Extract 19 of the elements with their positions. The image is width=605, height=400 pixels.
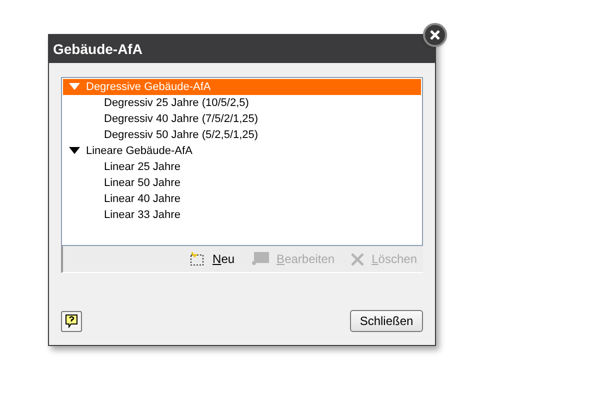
tree-item[interactable]: Degressiv 50 Jahre (5/2,5/1,25) (104, 127, 258, 143)
caret-down-icon[interactable] (69, 147, 80, 155)
tree-item[interactable]: Linear 50 Jahre (104, 175, 180, 191)
help-icon (65, 314, 78, 328)
tree-item[interactable]: Linear 25 Jahre (104, 159, 180, 175)
tree-item[interactable]: Linear 33 Jahre (104, 207, 180, 223)
speech-bubble-icon (250, 252, 269, 266)
close-button[interactable] (423, 23, 447, 47)
new-item-icon (188, 252, 205, 266)
help-button[interactable] (61, 310, 82, 332)
tree-item[interactable]: Degressiv 25 Jahre (10/5/2,5) (104, 95, 249, 111)
tree-group-item[interactable]: Lineare Gebäude-AfA (63, 143, 421, 159)
close-dialog-button[interactable]: Schließen (350, 310, 423, 332)
tree-item[interactable]: Linear 40 Jahre (104, 191, 180, 207)
new-button[interactable]: Neu (188, 250, 235, 268)
close-icon (430, 30, 440, 40)
window-title: Gebäude-AfA (49, 35, 435, 63)
cross-icon (350, 252, 364, 266)
tree-item[interactable]: Degressiv 40 Jahre (7/5/2/1,25) (104, 111, 258, 127)
